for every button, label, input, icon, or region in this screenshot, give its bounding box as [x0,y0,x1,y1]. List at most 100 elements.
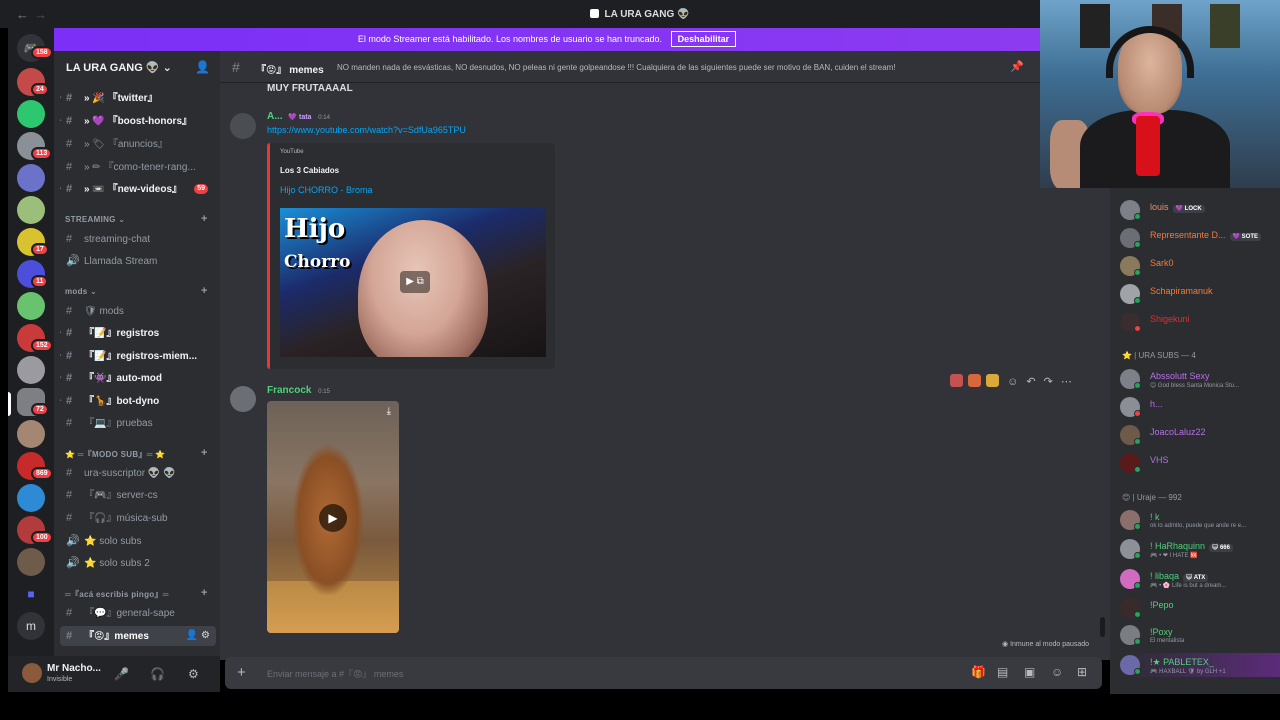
member-item[interactable]: ! HaRhaquinn 😺 666 🎮 • ❤ I HATE 🆘 [1120,537,1280,561]
channel-pruebas[interactable]: # 『💻』pruebas [60,413,216,433]
channel-mods[interactable]: # 🛡 mods [60,301,216,321]
video-attachment[interactable]: ⤓ ▶ [267,401,399,633]
member-item[interactable]: ! k ok lo admito, puede que ande re e... [1120,508,1280,532]
category-mods[interactable]: mods ⌄ + [65,285,207,297]
embed-provider[interactable]: YouTube [280,149,304,155]
channel-auto-mod[interactable]: ▶#『👾』auto-mod [60,368,216,388]
hash-icon: # [66,630,73,642]
voice-channel-solo-subs[interactable]: 🔊 ⭐ solo subs [60,531,216,551]
add-member-icon[interactable]: 👤 [195,60,210,74]
member-item[interactable]: Sark0 [1120,254,1280,278]
hash-icon: # [66,183,73,195]
gear-icon[interactable]: ⚙ [188,667,199,681]
scrollbar[interactable] [1100,617,1105,637]
channel-boost-honors[interactable]: ▶#» 💜 『boost-honors』 [60,111,216,131]
reply-icon[interactable]: ↶ [1026,376,1035,388]
add-reaction-icon[interactable]: ☺ [1007,376,1018,388]
add-channel-icon[interactable]: + [201,447,208,459]
voice-channel-solo-subs-2[interactable]: 🔊 ⭐ solo subs 2 [60,553,216,573]
reaction-emoji-icon[interactable] [950,374,963,387]
channel-topic[interactable]: NO manden nada de esvásticas, NO desnudo… [337,63,896,72]
server-icon[interactable] [17,356,45,384]
gift-icon[interactable]: 🎁 [971,665,986,679]
add-channel-icon[interactable]: + [201,213,208,225]
channel-settings-icons[interactable]: 👤 ⚙ [186,626,210,646]
message-author[interactable]: Francock 0:15 [267,385,330,396]
channel-registros[interactable]: ▶#『📝』registros [60,323,216,343]
member-item[interactable]: h... [1120,395,1280,419]
member-item[interactable]: louis 💜 LOCK [1120,198,1280,222]
member-item[interactable]: !Poxy El mentalista [1120,623,1280,647]
youtube-link[interactable]: https://www.youtube.com/watch?v=SdfUa965… [267,125,466,135]
server-icon[interactable] [17,100,45,128]
channel-memes[interactable]: # 『😡』memes 👤 ⚙ [60,626,216,646]
channel-general-sape[interactable]: # 『💬』general-sape [60,603,216,623]
add-channel-icon[interactable]: + [201,285,208,297]
category-modo-sub[interactable]: ⭐ ═『MODO SUB』═ ⭐ + [65,447,207,460]
server-icon[interactable] [17,548,45,576]
channel-bot-dyno[interactable]: ▶#『🦒』bot-dyno [60,391,216,411]
avatar[interactable] [230,113,256,139]
server-icon[interactable] [17,484,45,512]
category-streaming[interactable]: STREAMING ⌄ + [65,213,207,225]
headphones-icon[interactable]: 🎧 [150,667,165,681]
forward-icon[interactable]: ↷ [1044,376,1053,388]
channel-anuncios[interactable]: #» 🏷 『anuncios』 [60,134,216,154]
channel-ura-suscriptor[interactable]: # ura-suscriptor 👽 👽 [60,463,216,483]
play-icon[interactable]: ▶ ⧉ [400,271,430,293]
play-icon[interactable]: ▶ [319,504,347,532]
online-status-dot [1134,382,1141,389]
video-thumbnail[interactable]: Hijo Chorro ▶ ⧉ [280,208,546,357]
channel-registros-miembros[interactable]: ▶#『📝』registros-miem... [60,346,216,366]
unread-badge: 158 [31,46,53,59]
member-item[interactable]: VHS [1120,451,1280,475]
member-item[interactable]: !★ PABLETEX_ 🎮 HAXBALL 🛡 by GLH +1 [1120,653,1280,677]
folder-icon[interactable]: ■ [17,580,45,608]
member-item[interactable]: Schapiramanuk [1120,282,1280,306]
channel-server-cs[interactable]: # 『🎮』server-cs [60,485,216,505]
server-icon[interactable]: m [17,612,45,640]
channel-musica-sub[interactable]: # 『🎧』música-sub [60,508,216,528]
member-item[interactable]: !Pepo [1120,596,1280,620]
sticker-icon[interactable]: ▣ [1024,665,1035,679]
apps-icon[interactable]: ⊞ [1077,665,1087,679]
emoji-icon[interactable]: ☺ [1051,665,1063,679]
role-header-ura-subs: ⭐ | URA SUBS — 4 [1122,351,1196,360]
member-item[interactable]: Abssolutt Sexy 😊 God bless Santa Monica S… [1120,367,1280,391]
thumbnail-title-line1: Hijo [284,214,346,244]
server-icon[interactable] [17,196,45,224]
voice-channel-llamada-stream[interactable]: 🔊 Llamada Stream [60,251,216,271]
channel-como-tener-rango[interactable]: #» ✏ 『como-tener-rang... [60,157,216,177]
more-icon[interactable]: ⋯ [1061,376,1072,388]
member-item[interactable]: ! libaqa 😺 ATX 🎮 • 🌸 Life is but a dream..… [1120,567,1280,591]
member-item[interactable]: JoacoLaluz22 [1120,423,1280,447]
channel-twitter[interactable]: ▶#» 🎉 『twitter』 [60,88,216,108]
guild-header[interactable]: LA URA GANG 👽 ⌄ 👤 [54,51,220,83]
embed-title[interactable]: Hijo CHORRO - Broma [280,185,373,195]
download-icon[interactable]: ⤓ [387,406,391,417]
gif-icon[interactable]: ▤ [997,665,1008,679]
member-name: Schapiramanuk [1150,286,1213,296]
disable-streamer-button[interactable]: Deshabilitar [670,31,737,47]
avatar[interactable] [22,663,42,683]
category-aca-escribis[interactable]: ═『acá escribis pingo』═ + [65,587,207,600]
add-channel-icon[interactable]: + [201,587,208,599]
avatar[interactable] [230,386,256,412]
message-author[interactable]: A... 💜 tata 0:14 [267,111,330,122]
embed-author[interactable]: Los 3 Cabiados [280,166,339,175]
microphone-icon[interactable]: 🎤 [114,667,129,681]
member-item[interactable]: Representante D... 💜 SOTE [1120,226,1280,250]
hash-icon: # [66,233,73,245]
server-icon[interactable] [17,292,45,320]
member-item[interactable]: Shigekuni [1120,310,1280,334]
pin-icon[interactable]: 📌 [1010,60,1024,73]
server-icon[interactable] [17,420,45,448]
server-icon[interactable] [17,164,45,192]
channel-streaming-chat[interactable]: # streaming-chat [60,229,216,249]
add-attachment-icon[interactable]: + [237,664,246,681]
channel-new-videos[interactable]: ▶#» 📼 『new-videos』59 [60,179,216,199]
reaction-emoji-icon[interactable] [968,374,981,387]
message-composer[interactable]: + Enviar mensaje a #『😡』 memes 🎁 ▤ ▣ ☺ ⊞ [225,657,1102,689]
reaction-emoji-icon[interactable] [986,374,999,387]
message-input[interactable]: Enviar mensaje a #『😡』 memes [267,667,403,680]
